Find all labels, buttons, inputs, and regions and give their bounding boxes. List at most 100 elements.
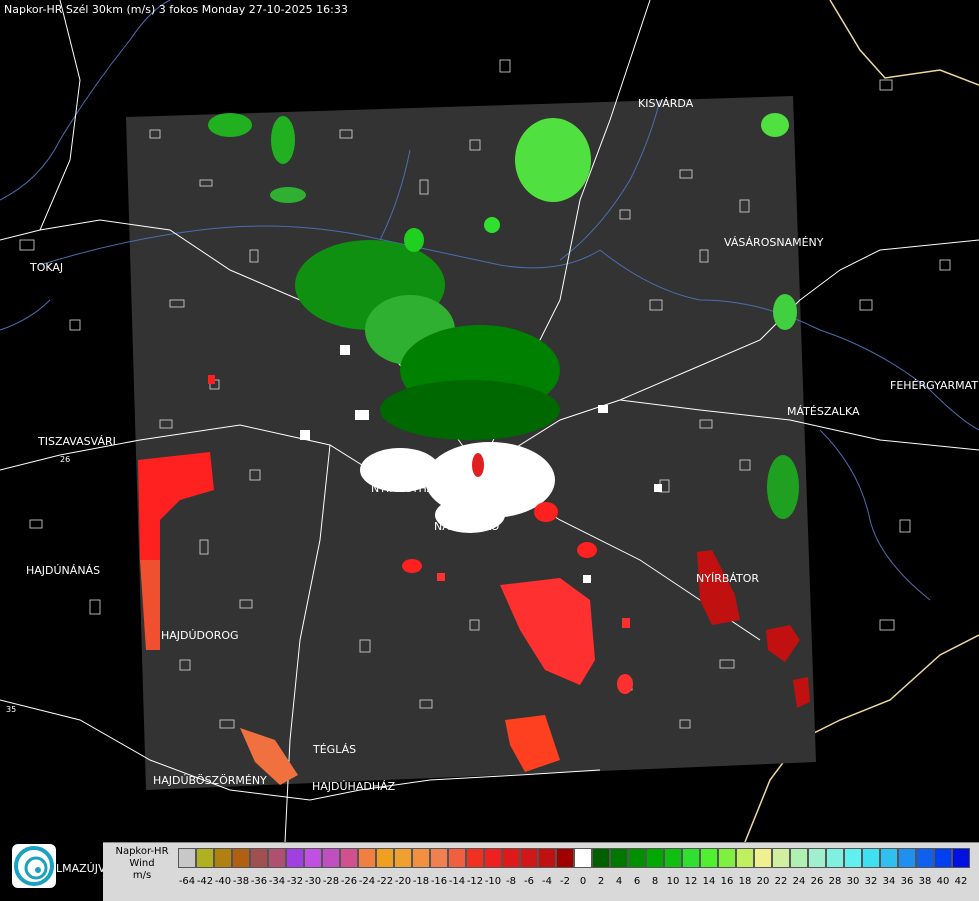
city-label-teglas: TÉGLÁS	[312, 743, 356, 756]
legend-tick-label: 8	[651, 876, 659, 887]
legend-swatch	[736, 848, 754, 868]
legend-swatch	[214, 848, 232, 868]
city-label-nyirbator: NYÍRBÁTOR	[696, 572, 759, 585]
legend-swatch	[322, 848, 340, 868]
legend-swatch	[808, 848, 826, 868]
legend-tick-label: 16	[720, 876, 734, 887]
legend-swatch	[358, 848, 376, 868]
legend-tick-label: -18	[412, 876, 430, 887]
legend-swatch	[466, 848, 484, 868]
legend-swatch	[196, 848, 214, 868]
legend-tick-labels: -64 -42 -40 -38 -36 -34 -32 -30 -28 -26 -24 -22 -20-…	[178, 876, 979, 890]
legend-tick-label: -2	[560, 876, 570, 887]
legend-swatch	[610, 848, 628, 868]
road-number-35: 35	[6, 705, 16, 714]
legend-swatch	[826, 848, 844, 868]
legend-tick-label: -64	[178, 876, 196, 887]
road-number-markers: 26 35	[6, 455, 70, 714]
legend-swatch	[772, 848, 790, 868]
legend-tick-label: 4	[615, 876, 623, 887]
map-title: Napkor-HR Szél 30km (m/s) 3 fokos Monday…	[4, 3, 348, 16]
legend-title-line2: Wind	[129, 858, 155, 869]
radar-coverage-area	[126, 96, 816, 790]
legend-tick-label: 2	[597, 876, 605, 887]
legend-swatch	[952, 848, 970, 868]
legend-swatch	[286, 848, 304, 868]
city-label-tokaj: TOKAJ	[29, 261, 63, 274]
city-label-hajdunanas: HAJDÚNÁNÁS	[26, 564, 100, 577]
city-label-nagykallo: NAGYKÁLLÓ	[434, 520, 500, 533]
city-label-hajdudorog: HAJDÚDOROG	[161, 629, 239, 642]
legend-tick-label: -14	[448, 876, 466, 887]
legend-swatch	[646, 848, 664, 868]
legend-swatch	[340, 848, 358, 868]
legend-swatch	[664, 848, 682, 868]
legend-swatch	[412, 848, 430, 868]
legend-tick-label: 14	[702, 876, 716, 887]
legend-tick-label: -26	[340, 876, 358, 887]
legend-swatch	[430, 848, 448, 868]
legend-tick-label: 0	[579, 876, 587, 887]
city-label-hajduboszormeny: HAJDÚBÖSZÖRMÉNY	[153, 774, 267, 787]
legend-swatch	[448, 848, 466, 868]
legend-swatch	[916, 848, 934, 868]
road-number-26: 26	[60, 455, 70, 464]
legend-swatch	[232, 848, 250, 868]
legend-swatch	[628, 848, 646, 868]
legend-swatch	[574, 848, 592, 868]
legend-swatch	[556, 848, 574, 868]
legend-swatch	[268, 848, 286, 868]
legend-swatch	[682, 848, 700, 868]
legend-tick-label: 40	[936, 876, 950, 887]
legend-tick-label: 30	[846, 876, 860, 887]
legend-swatch	[304, 848, 322, 868]
legend-swatch	[538, 848, 556, 868]
city-label-kisvarda: KISVÁRDA	[638, 97, 694, 110]
legend-swatch	[376, 848, 394, 868]
legend-title: Napkor-HR Wind m/s	[106, 846, 178, 882]
legend-tick-label: -30	[304, 876, 322, 887]
legend-swatch	[844, 848, 862, 868]
legend-tick-label: 24	[792, 876, 806, 887]
legend-swatch	[718, 848, 736, 868]
legend-tick-label: -28	[322, 876, 340, 887]
legend-tick-label: 32	[864, 876, 878, 887]
legend-swatch	[394, 848, 412, 868]
legend-title-line1: Napkor-HR	[115, 846, 169, 857]
legend-tick-label: 34	[882, 876, 896, 887]
legend-swatch	[592, 848, 610, 868]
city-label-mateszalka: MÁTÉSZALKA	[787, 405, 860, 418]
legend-tick-label: 22	[774, 876, 788, 887]
legend-swatch	[502, 848, 520, 868]
legend-swatch	[250, 848, 268, 868]
legend-swatches	[178, 848, 970, 868]
legend-tick-label: 6	[633, 876, 641, 887]
radar-map[interactable]: 26 35 KISVÁRDA VÁSÁROSNAMÉNY TOKAJ FEHÉR…	[0, 0, 979, 842]
legend-swatch	[880, 848, 898, 868]
city-label-vasarosnameny: VÁSÁROSNAMÉNY	[724, 236, 824, 249]
legend-swatch	[484, 848, 502, 868]
legend-tick-label: 38	[918, 876, 932, 887]
legend-swatch	[754, 848, 772, 868]
legend-tick-label: -4	[542, 876, 552, 887]
city-label-hajduhadhaz: HAJDÚHADHÁZ	[312, 780, 396, 793]
legend-tick-label: 26	[810, 876, 824, 887]
legend-tick-label: -12	[466, 876, 484, 887]
city-label-tiszavasvari: TISZAVASVÁRI	[37, 435, 116, 448]
legend-tick-label: 42	[954, 876, 968, 887]
legend-swatch	[934, 848, 952, 868]
legend-tick-label: 12	[684, 876, 698, 887]
legend-tick-label: -40	[214, 876, 232, 887]
legend-swatch	[862, 848, 880, 868]
legend-swatch	[178, 848, 196, 868]
legend-tick-label: 18	[738, 876, 752, 887]
legend-swatch	[898, 848, 916, 868]
legend-unit: m/s	[132, 870, 152, 881]
legend-tick-label: 20	[756, 876, 770, 887]
legend-swatch	[520, 848, 538, 868]
legend-tick-label: -8	[506, 876, 516, 887]
legend-tick-label: -10	[484, 876, 502, 887]
legend-tick-label: -42	[196, 876, 214, 887]
legend-tick-label: -32	[286, 876, 304, 887]
legend-tick-label: 28	[828, 876, 842, 887]
